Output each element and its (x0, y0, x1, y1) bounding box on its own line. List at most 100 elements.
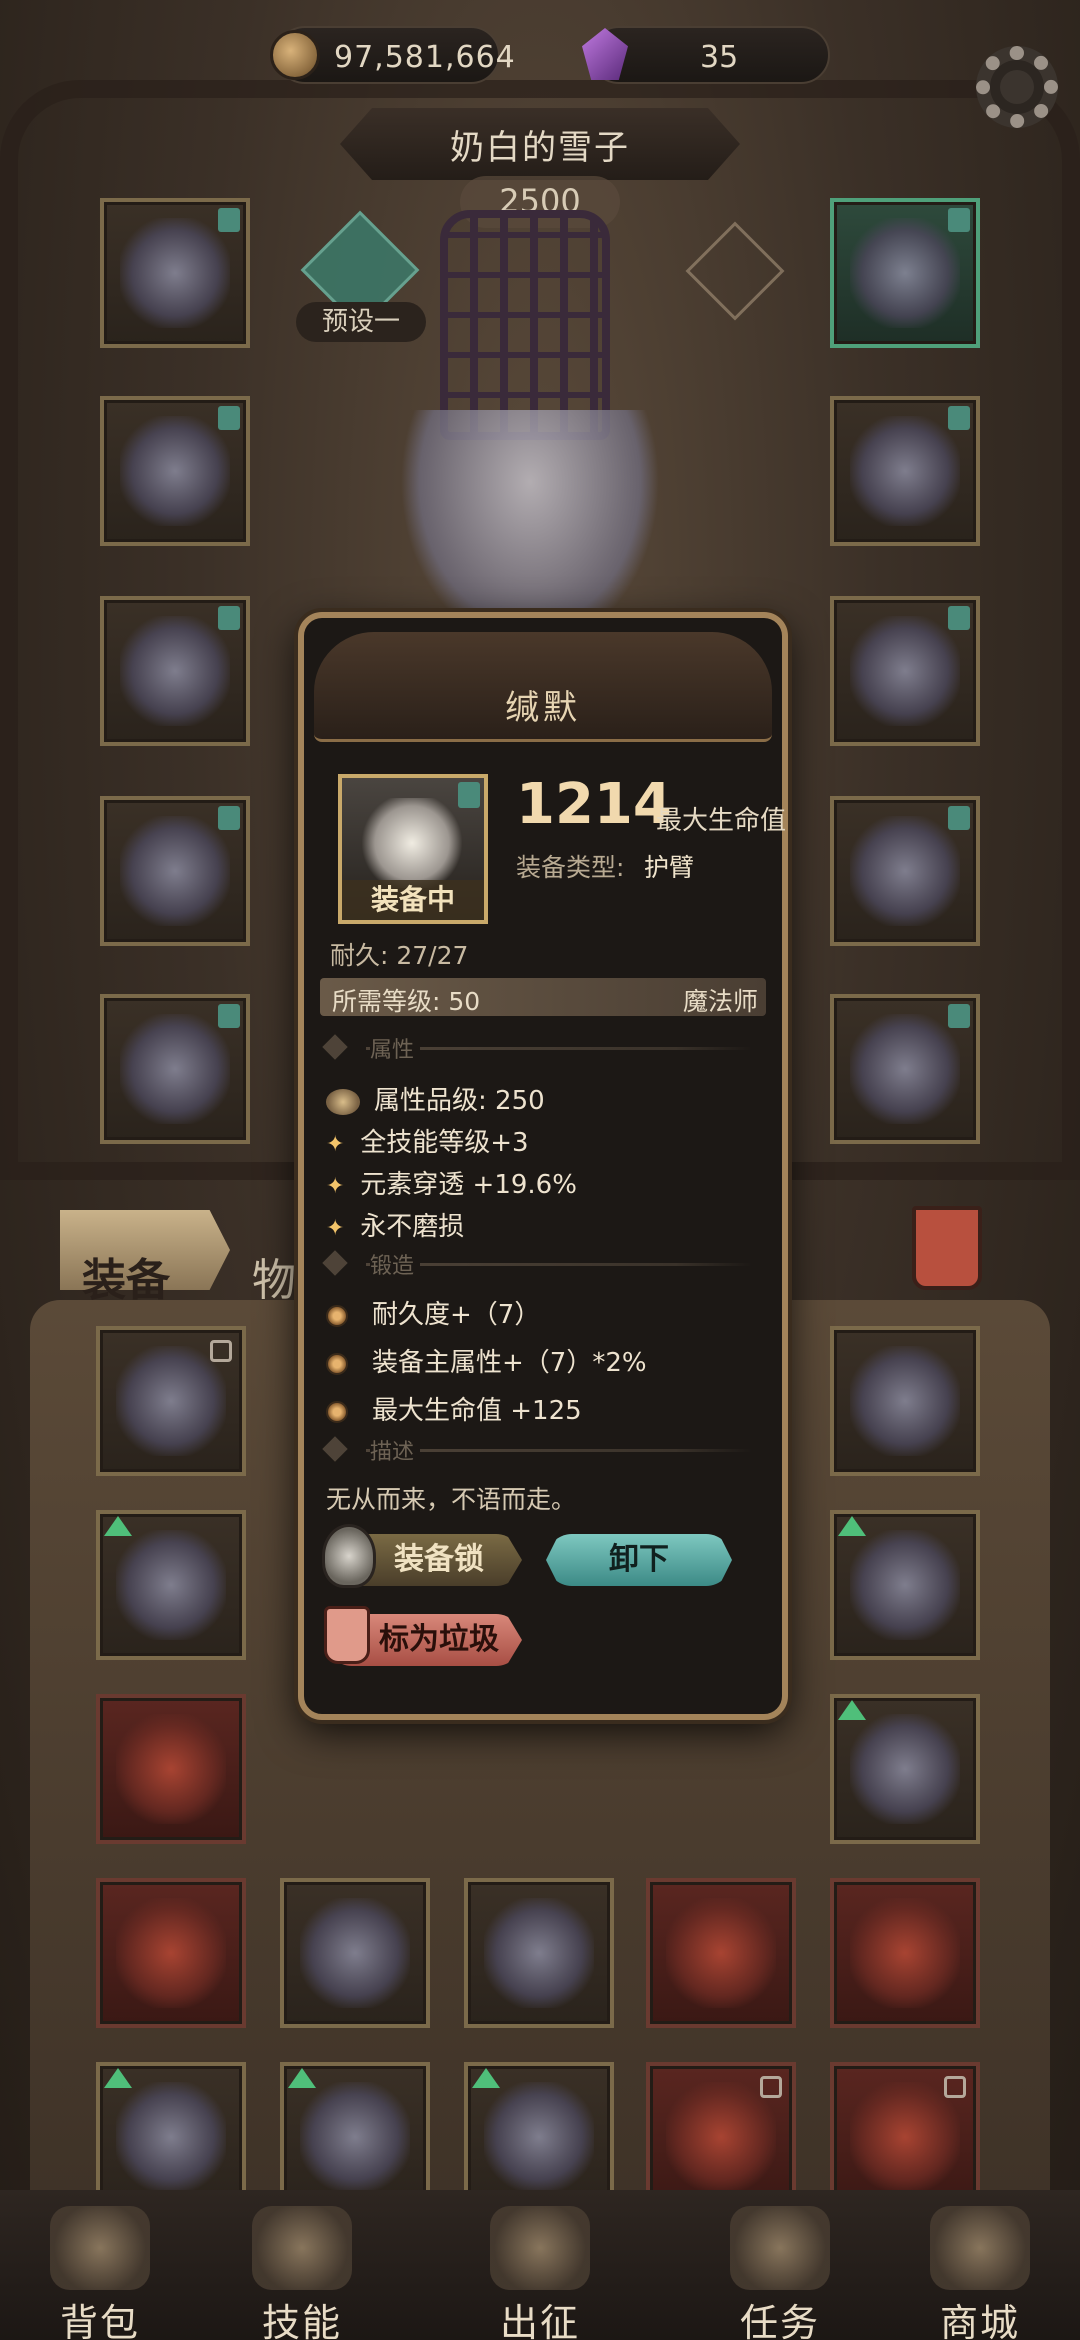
divider (366, 1449, 752, 1452)
unequip-button[interactable]: 卸下 (546, 1534, 732, 1586)
inventory-slot[interactable] (96, 1510, 246, 1660)
lock-icon (760, 2076, 782, 2098)
section-label: 属性 (370, 1032, 421, 1064)
nav-shop[interactable]: 商城 (880, 2200, 1080, 2340)
shop-crown-icon (930, 2206, 1030, 2290)
equip-slot-shoulder[interactable] (830, 396, 980, 546)
lock-icon (210, 1340, 232, 1362)
equip-slot-necklace[interactable] (830, 198, 980, 348)
item-art (666, 1898, 776, 2008)
attribute-line: ✦ 永不磨损 (326, 1206, 464, 1243)
tier-tag-icon (948, 1004, 970, 1028)
item-detail-modal: 缄默 装备中 1214 最大生命值 装备类型: 护臂 耐久: 27/27 所需等… (298, 612, 788, 1720)
equip-slot-helmet[interactable] (100, 198, 250, 348)
gold-amount: 97,581,664 (334, 40, 516, 75)
item-art (116, 2082, 226, 2192)
inventory-slot[interactable] (96, 1878, 246, 2028)
item-art (120, 816, 230, 926)
scroll-icon (730, 2206, 830, 2290)
nav-quests[interactable]: 任务 (680, 2200, 880, 2340)
equip-slot-bracer[interactable] (100, 596, 250, 746)
nav-label: 背包 (59, 2301, 140, 2340)
nav-skills[interactable]: 技能 (202, 2200, 402, 2340)
tier-tag-icon (218, 1004, 240, 1028)
sparkle-icon: ✦ (326, 1132, 345, 1157)
item-art (850, 1014, 960, 1124)
button-label: 标为垃圾 (379, 1622, 499, 1657)
item-art (850, 616, 960, 726)
inventory-slot[interactable] (830, 1878, 980, 2028)
forge-orb-icon (326, 1400, 348, 1423)
inventory-slot[interactable] (830, 1326, 980, 1476)
equip-slot-offhand[interactable] (830, 994, 980, 1144)
durability: 耐久: 27/27 (330, 941, 469, 970)
trash-icon[interactable] (912, 1206, 982, 1290)
item-art (850, 1530, 960, 1640)
inventory-slot[interactable] (830, 1510, 980, 1660)
nav-backpack[interactable]: 背包 (0, 2200, 200, 2340)
inventory-slot[interactable] (96, 1326, 246, 1476)
forge-text: 最大生命值 +125 (372, 1396, 582, 1426)
item-art (484, 2082, 594, 2192)
nav-label: 技能 (261, 2301, 342, 2340)
attribute-line: ✦ 全技能等级+3 (326, 1122, 529, 1159)
required-class: 魔法师 (682, 987, 758, 1016)
gem-amount: 35 (700, 40, 739, 75)
equip-slot-boots[interactable] (100, 994, 250, 1144)
item-art (116, 1346, 226, 1456)
tab-equipment-label[interactable]: 装备 (82, 1244, 170, 1308)
equip-slot-weapon[interactable] (830, 796, 980, 946)
item-art (850, 1898, 960, 2008)
section-description: 描述 (322, 1434, 762, 1468)
equip-type-label: 装备类型: (516, 853, 625, 882)
upgrade-arrow-icon (472, 2068, 500, 2088)
tier-tag-icon (948, 208, 970, 232)
tier-tag-icon (218, 208, 240, 232)
upgrade-arrow-icon (838, 1700, 866, 1720)
tier-tag-icon (458, 782, 480, 808)
lock-icon (944, 2076, 966, 2098)
forge-line: 最大生命值 +125 (326, 1390, 582, 1427)
item-art (850, 816, 960, 926)
character-name: 奶白的雪子 (450, 128, 630, 168)
item-art (120, 616, 230, 726)
equip-type-value: 护臂 (644, 853, 695, 882)
forge-text: 耐久度+（7） (372, 1300, 541, 1330)
inventory-slot[interactable] (646, 1878, 796, 2028)
section-forge: 锻造 (322, 1248, 762, 1282)
item-art (120, 1014, 230, 1124)
section-label: 描述 (370, 1434, 421, 1466)
forge-text: 装备主属性+（7）*2% (372, 1348, 647, 1378)
inventory-slot[interactable] (280, 1878, 430, 2028)
section-attributes: 属性 (322, 1032, 762, 1066)
forge-orb-icon (326, 1304, 348, 1327)
cage-helmet (440, 210, 610, 440)
inventory-slot[interactable] (96, 1694, 246, 1844)
item-art (120, 416, 230, 526)
item-art (850, 2082, 960, 2192)
equip-slot-pants[interactable] (100, 796, 250, 946)
inventory-slot[interactable] (464, 1878, 614, 2028)
bracer-item-icon (362, 798, 462, 888)
item-art (120, 218, 230, 328)
attribute-text: 属性品级: 250 (374, 1086, 545, 1116)
item-art (484, 1898, 594, 2008)
item-description: 无从而来，不语而走。 (326, 1485, 577, 1514)
equip-slot-ring[interactable] (830, 596, 980, 746)
attribute-line: 属性品级: 250 (326, 1080, 545, 1117)
inventory-slot[interactable] (830, 1694, 980, 1844)
helmet-icon (490, 2206, 590, 2290)
tier-tag-icon (218, 406, 240, 430)
tier-tag-icon (218, 606, 240, 630)
tier-tag-icon (948, 606, 970, 630)
nav-label: 任务 (739, 2301, 820, 2340)
attribute-text: 元素穿透 +19.6% (360, 1170, 577, 1200)
tier-tag-icon (948, 806, 970, 830)
equip-slot-armor[interactable] (100, 396, 250, 546)
attribute-text: 永不磨损 (360, 1212, 465, 1242)
divider (366, 1263, 752, 1266)
nav-label: 出征 (499, 2301, 580, 2340)
section-label: 锻造 (370, 1248, 421, 1280)
settings-gear-icon[interactable] (976, 46, 1058, 128)
nav-expedition[interactable]: 出征 (440, 2200, 640, 2340)
